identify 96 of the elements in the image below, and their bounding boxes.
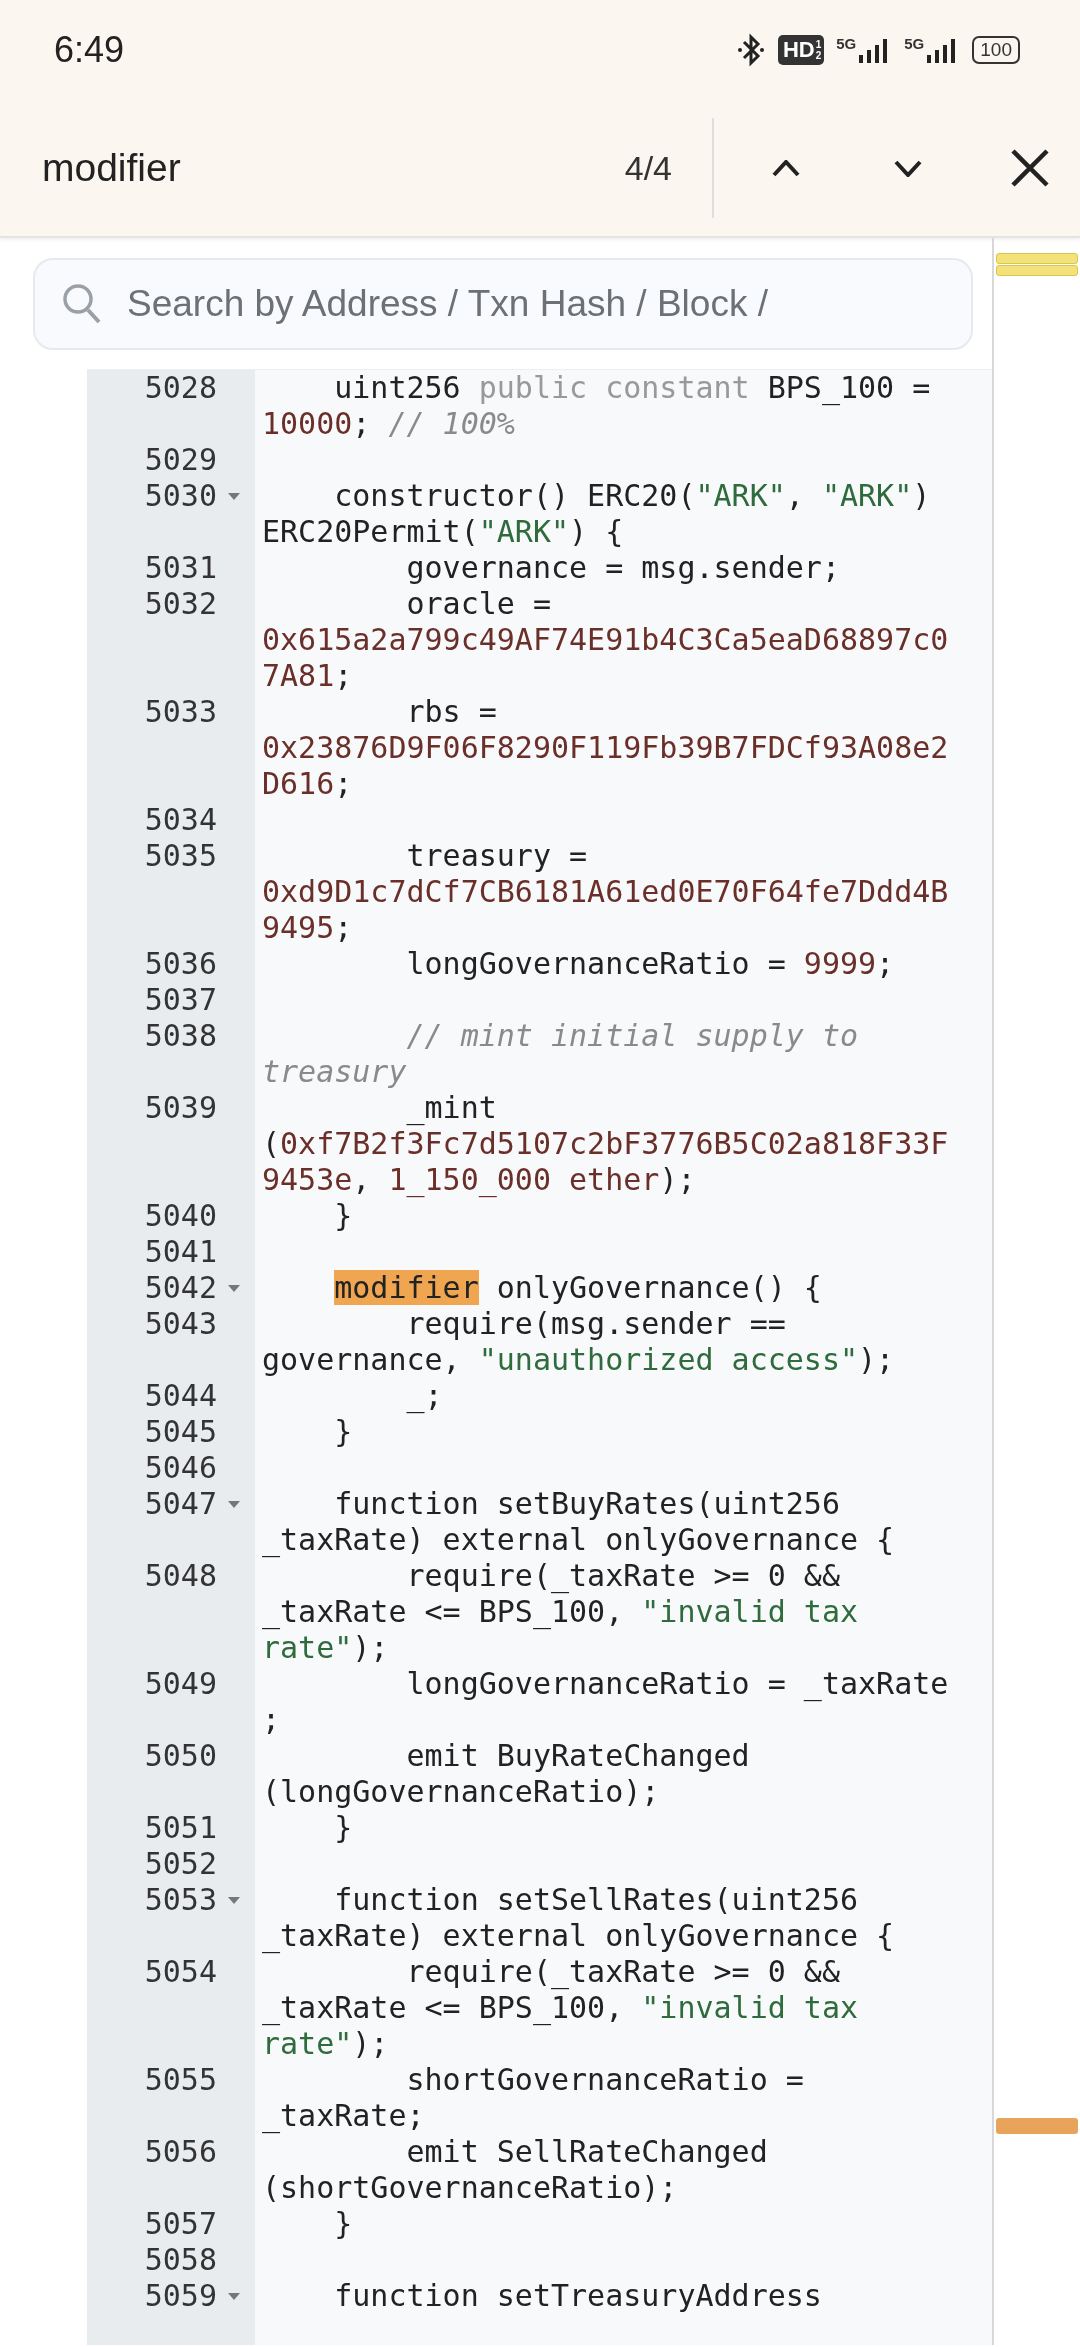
- code-line: governance = msg.sender;: [405, 550, 840, 586]
- line-number: 5031: [144, 550, 218, 586]
- code-line: modifier onlyGovernance() {: [333, 1270, 822, 1306]
- line-number: 5054: [144, 1954, 218, 1990]
- code-line: require(_taxRate >= 0 &&: [405, 1954, 840, 1990]
- code-line: _taxRate;: [262, 2098, 425, 2134]
- line-number: 5035: [144, 838, 218, 874]
- code-line: _;: [405, 1378, 443, 1414]
- find-query-field[interactable]: modifier: [42, 146, 625, 190]
- code-line: ERC20Permit("ARK") {: [262, 514, 624, 550]
- code-line: }: [333, 1414, 353, 1450]
- line-number: 5057: [144, 2206, 218, 2242]
- line-number: 5028: [144, 370, 218, 406]
- code-line: require(_taxRate >= 0 &&: [405, 1558, 840, 1594]
- code-line: _taxRate <= BPS_100, "invalid tax: [262, 1594, 859, 1630]
- line-number: 5030: [144, 478, 218, 514]
- line-number: 5040: [144, 1198, 218, 1234]
- line-number: 5042: [144, 1270, 218, 1306]
- bluetooth-icon: [735, 33, 766, 67]
- code-line: longGovernanceRatio = _taxRate: [405, 1666, 949, 1702]
- code-line: require(msg.sender ==: [405, 1306, 786, 1342]
- code-line: treasury: [262, 1054, 407, 1090]
- chevron-down-icon: [892, 159, 924, 177]
- code-line: 9453e, 1_150_000 ether);: [262, 1162, 696, 1198]
- code-line: (longGovernanceRatio);: [262, 1774, 660, 1810]
- code-line: (0xf7B2f3Fc7d5107c2bF3776B5C02a818F33F: [262, 1126, 949, 1162]
- code-line: _taxRate) external onlyGovernance {: [262, 1522, 895, 1558]
- line-number: 5032: [144, 586, 218, 622]
- match-count: 4/4: [624, 148, 672, 188]
- line-number: 5052: [144, 1846, 218, 1882]
- code-line: function setTreasuryAddress: [333, 2278, 822, 2314]
- code-line: }: [333, 2206, 353, 2242]
- line-number: 5050: [144, 1738, 218, 1774]
- code-line: 7A81;: [262, 658, 353, 694]
- code-line: rbs =: [405, 694, 497, 730]
- network-label: 5G: [836, 35, 857, 52]
- code-line: 9495;: [262, 910, 353, 946]
- code-line: treasury =: [405, 838, 588, 874]
- code-line: D616;: [262, 766, 353, 802]
- search-field[interactable]: Search by Address / Txn Hash / Block /: [33, 257, 973, 350]
- search-icon: [62, 283, 102, 325]
- battery-level: 100: [972, 36, 1020, 64]
- line-number: 5036: [144, 946, 218, 982]
- line-number: 5029: [144, 442, 218, 478]
- line-number: 5039: [144, 1090, 218, 1126]
- code-line: governance, "unauthorized access");: [262, 1342, 895, 1378]
- code-line: emit SellRateChanged: [405, 2134, 768, 2170]
- code-line: _taxRate <= BPS_100, "invalid tax: [262, 1990, 859, 2026]
- code-line: constructor() ERC20("ARK", "ARK"): [333, 478, 931, 514]
- code-line: }: [333, 1810, 353, 1846]
- code-line: ;: [262, 1702, 281, 1738]
- line-number: 5037: [144, 982, 218, 1018]
- code-line: function setSellRates(uint256: [333, 1882, 859, 1918]
- line-number: 5055: [144, 2062, 218, 2098]
- code-line: rate");: [262, 2026, 389, 2062]
- code-line: rate");: [262, 1630, 389, 1666]
- line-number: 5033: [144, 694, 218, 730]
- close-icon: [1011, 149, 1049, 187]
- line-number: 5034: [144, 802, 218, 838]
- code-line: 10000; // 100%: [262, 406, 515, 442]
- code-line: (shortGovernanceRatio);: [262, 2170, 678, 2206]
- fold-arrow-icon[interactable]: [227, 491, 241, 501]
- fold-arrow-icon[interactable]: [227, 1283, 241, 1293]
- line-number: 5047: [144, 1486, 218, 1522]
- network-label: 5G: [904, 35, 925, 52]
- line-number: 5044: [144, 1378, 218, 1414]
- line-number: 5046: [144, 1450, 218, 1486]
- code-line: _taxRate) external onlyGovernance {: [262, 1918, 895, 1954]
- fold-arrow-icon[interactable]: [227, 1499, 241, 1509]
- code-line: }: [333, 1198, 353, 1234]
- code-line: _mint: [405, 1090, 497, 1126]
- clock-time: 6:49: [54, 29, 126, 71]
- code-line: shortGovernanceRatio =: [405, 2062, 804, 2098]
- line-number: 5059: [144, 2278, 218, 2314]
- code-line: // mint initial supply to: [405, 1018, 859, 1054]
- line-number: 5058: [144, 2242, 218, 2278]
- fold-arrow-icon[interactable]: [227, 2291, 241, 2301]
- code-line: oracle =: [405, 586, 551, 622]
- code-line: 0xd9D1c7dCf7CB6181A61ed0E70F64fe7Ddd4B: [262, 874, 949, 910]
- line-number: 5038: [144, 1018, 218, 1054]
- line-number: 5043: [144, 1306, 218, 1342]
- fold-arrow-icon[interactable]: [227, 1895, 241, 1905]
- line-number: 5053: [144, 1882, 218, 1918]
- code-line: longGovernanceRatio = 9999;: [405, 946, 895, 982]
- line-number: 5056: [144, 2134, 218, 2170]
- code-line: emit BuyRateChanged: [405, 1738, 750, 1774]
- code-line: 0x615a2a799c49AF74E91b4C3Ca5eaD68897c0: [262, 622, 949, 658]
- line-number: 5041: [144, 1234, 218, 1270]
- line-number: 5049: [144, 1666, 218, 1702]
- chevron-up-icon: [770, 159, 802, 177]
- line-number: 5051: [144, 1810, 218, 1846]
- line-number: 5045: [144, 1414, 218, 1450]
- code-line: 0x23876D9F06F8290F119Fb39B7FDCf93A08e2: [262, 730, 949, 766]
- code-line: uint256 public constant BPS_100 =: [333, 370, 931, 406]
- code-line: function setBuyRates(uint256: [333, 1486, 840, 1522]
- line-number: 5048: [144, 1558, 218, 1594]
